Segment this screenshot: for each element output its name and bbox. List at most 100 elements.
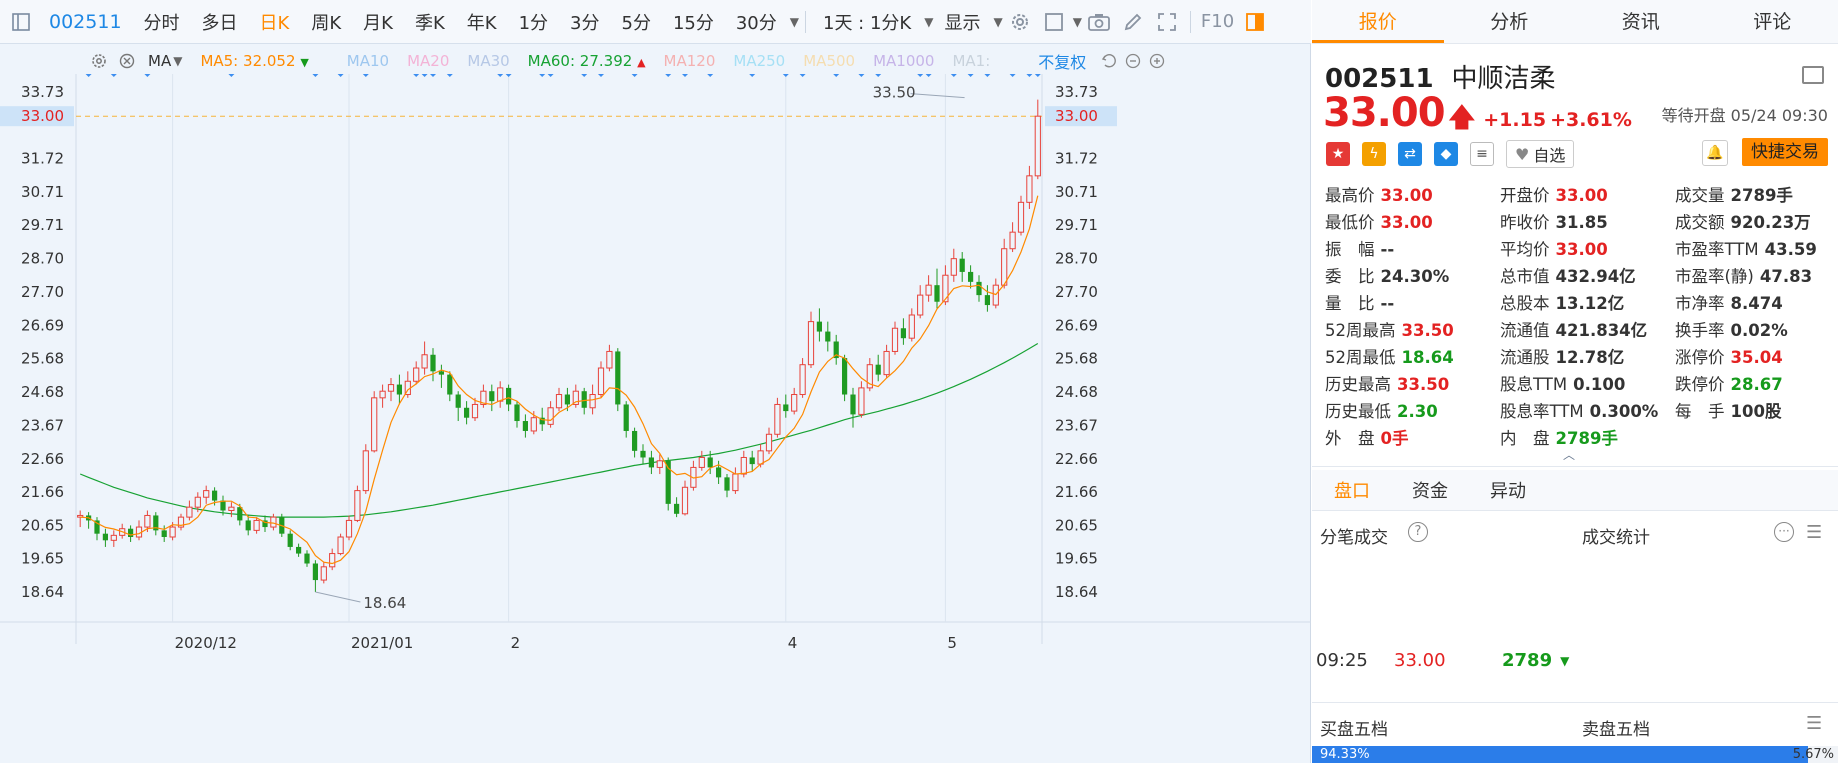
quote-panel: 报价 分析 资讯 评论 002511 中顺洁柔 33.00 🡅 +1.15 +3.… — [1312, 0, 1838, 763]
candle-body-down — [976, 281, 982, 296]
expand-panel-icon[interactable] — [1802, 66, 1824, 84]
alert-bell-icon[interactable]: 🔔 — [1702, 140, 1728, 166]
candle-body-up — [597, 367, 605, 396]
ma-close-icon[interactable] — [116, 50, 138, 72]
period-tab-5min[interactable]: 5分 — [611, 9, 662, 35]
tab-analysis[interactable]: 分析 — [1444, 0, 1576, 43]
period-tab-yearly[interactable]: 年K — [456, 9, 508, 35]
quote-stats-row: 外 盘 0手内 盘 2789手 — [1325, 423, 1835, 450]
draw-pencil-icon[interactable] — [1122, 11, 1144, 33]
period-tab-15min[interactable]: 15分 — [662, 9, 725, 35]
display-chevron-icon[interactable]: ▼ — [993, 15, 1002, 29]
ma30-label: MA30 — [467, 52, 510, 70]
period-tab-daily[interactable]: 日K — [249, 9, 301, 35]
help-icon[interactable]: ? — [1408, 522, 1428, 542]
shuffle-icon[interactable]: ⇄ — [1398, 142, 1422, 166]
subtab-movers[interactable]: 异动 — [1490, 477, 1526, 503]
undo-icon[interactable] — [1098, 50, 1120, 72]
ma-indicator-select[interactable]: MA — [148, 52, 171, 70]
fast-trade-button[interactable]: 快捷交易 — [1742, 138, 1828, 166]
quote-stat-value: 432.94亿 — [1555, 266, 1636, 286]
sidebar-toggle-icon[interactable] — [10, 11, 32, 33]
note-icon[interactable]: ≡ — [1470, 142, 1494, 166]
period-tab-quarterly[interactable]: 季K — [404, 9, 456, 35]
price-change-pct: +3.61% — [1550, 109, 1632, 131]
quote-stat-cell: 每 手 100股 — [1675, 398, 1835, 422]
more-periods-chevron-icon[interactable]: ▼ — [790, 15, 799, 29]
candle-body-up — [732, 473, 739, 492]
candle-body-up — [917, 294, 924, 316]
candle-body-up — [656, 460, 663, 468]
quote-stat-value: 2789手 — [1555, 428, 1618, 448]
period-tab-timeshare[interactable]: 分时 — [133, 9, 191, 35]
quote-stat-cell: 流通股 12.78亿 — [1500, 344, 1675, 368]
zoom-in-icon[interactable] — [1146, 50, 1168, 72]
ma-chevron-icon[interactable]: ▼ — [173, 54, 182, 68]
quote-stat-label: 总股本 — [1500, 293, 1550, 313]
quote-stat-value: 8.474 — [1730, 293, 1783, 313]
subtab-orderbook[interactable]: 盘口 — [1334, 477, 1370, 503]
quote-stat-value: 47.83 — [1759, 266, 1813, 286]
ma5-label: MA5: 32.052 ▼ — [200, 52, 309, 70]
period-tab-30min[interactable]: 30分 — [725, 9, 788, 35]
candle-body-down — [396, 384, 403, 395]
add-watchlist-button[interactable]: ♥ 自选 — [1506, 140, 1575, 168]
y-tick-label-right: 30.71 — [1055, 183, 1098, 201]
collapse-caret-icon[interactable]: ︿ — [1563, 446, 1575, 463]
y-tick-label-right: 26.69 — [1055, 316, 1098, 334]
tab-quote[interactable]: 报价 — [1312, 0, 1444, 43]
tab-news[interactable]: 资讯 — [1575, 0, 1707, 43]
period-tab-multiday[interactable]: 多日 — [191, 9, 249, 35]
f10-button[interactable]: F10 — [1197, 11, 1238, 32]
tab-comments[interactable]: 评论 — [1707, 0, 1838, 43]
tag-icon[interactable]: ◆ — [1434, 142, 1458, 166]
quote-stat-cell: 成交量 2789手 — [1675, 182, 1835, 206]
fullscreen-icon[interactable] — [1156, 11, 1178, 33]
quote-stat-cell: 量 比 -- — [1325, 290, 1500, 314]
candle-body-down — [102, 533, 109, 541]
candle-body-up — [1017, 201, 1025, 233]
ma5-value: 32.052 — [243, 52, 296, 70]
more-options-icon[interactable]: ··· — [1774, 522, 1794, 542]
multi-period-select[interactable]: 1天 : 1分K — [812, 9, 922, 35]
period-tab-1min[interactable]: 1分 — [508, 9, 559, 35]
ma-settings-gear-icon[interactable] — [88, 50, 110, 72]
lightning-icon[interactable]: ϟ — [1362, 142, 1386, 166]
candle-body-down — [934, 285, 940, 302]
price-change: +1.15 — [1483, 109, 1547, 131]
candle-body-up — [471, 403, 479, 419]
candle-body-up — [891, 327, 899, 352]
quote-stat-cell: 委 比 24.30% — [1325, 263, 1500, 287]
list-view-icon[interactable]: ☰ — [1806, 522, 1822, 543]
period-tab-3min[interactable]: 3分 — [559, 9, 610, 35]
orderbook-subtabs: 盘口 资金 异动 — [1312, 470, 1838, 510]
quote-stat-value: 33.00 — [1555, 185, 1608, 205]
settings-gear-icon[interactable] — [1009, 11, 1031, 33]
side-panel-toggle-icon[interactable] — [1244, 11, 1266, 33]
kline-chart[interactable]: 33.73 33.73 31.72 31.72 30.71 30.71 29.71 29.71… — [0, 74, 1311, 763]
collapse-list-icon[interactable]: ☰ — [1806, 713, 1822, 734]
adjust-toggle[interactable]: 不复权 — [1038, 49, 1086, 73]
candle-body-up — [110, 534, 117, 541]
camera-icon[interactable] — [1088, 11, 1110, 33]
period-tab-weekly[interactable]: 周K — [300, 9, 352, 35]
display-menu[interactable]: 显示 — [933, 9, 991, 35]
quote-stat-cell: 成交额 920.23万 — [1675, 209, 1835, 233]
candle-body-up — [371, 397, 378, 452]
zoom-out-icon[interactable] — [1122, 50, 1144, 72]
y-tick-label-right: 28.70 — [1055, 250, 1098, 268]
candle-body-down — [749, 457, 755, 465]
multi-period-chevron-icon[interactable]: ▼ — [924, 15, 933, 29]
candle-body-down — [631, 430, 638, 451]
quote-stat-value: 33.50 — [1397, 374, 1450, 394]
quote-stat-label: 成交量 — [1675, 185, 1725, 205]
layout-chevron-icon[interactable]: ▼ — [1073, 15, 1082, 29]
candle-body-up — [681, 486, 689, 515]
quote-stat-label: 振 幅 — [1325, 239, 1375, 259]
layout-box-icon[interactable] — [1043, 11, 1065, 33]
period-tab-monthly[interactable]: 月K — [352, 9, 404, 35]
section-divider — [1312, 510, 1838, 511]
quote-stat-cell: 市盈率TTM 43.59 — [1675, 236, 1835, 260]
subtab-capital[interactable]: 资金 — [1412, 477, 1448, 503]
stock-code-tab[interactable]: 002511 — [38, 11, 133, 33]
